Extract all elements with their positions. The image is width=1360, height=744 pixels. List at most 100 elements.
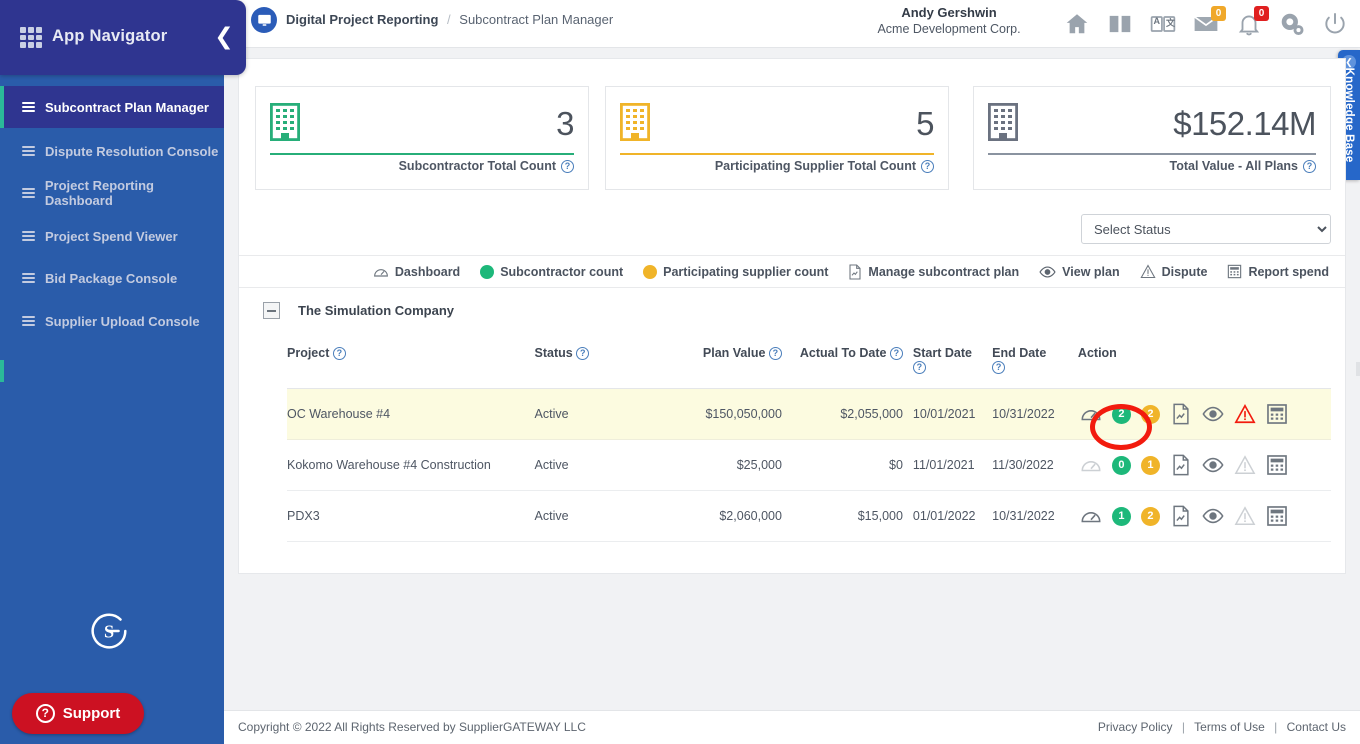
- warning-triangle-icon[interactable]: [1234, 454, 1256, 476]
- footer-separator: |: [1274, 720, 1277, 734]
- book-icon[interactable]: [1107, 11, 1133, 37]
- eye-icon[interactable]: [1202, 403, 1224, 425]
- sidebar-item-project-reporting-dashboard[interactable]: Project Reporting Dashboard: [0, 172, 224, 214]
- stat-card-total-value-all-plans[interactable]: $152.14M Total Value - All Plans ?: [973, 86, 1331, 190]
- document-icon[interactable]: [1170, 403, 1192, 425]
- sidebar-item-dispute-resolution-console[interactable]: Dispute Resolution Console: [0, 130, 224, 172]
- cell-actual-to-date: $0: [792, 440, 913, 491]
- warning-triangle-icon[interactable]: [1234, 403, 1256, 425]
- footer-link-privacy-policy[interactable]: Privacy Policy: [1098, 720, 1173, 734]
- help-icon[interactable]: ?: [913, 361, 926, 374]
- help-icon[interactable]: ?: [890, 347, 903, 360]
- help-icon[interactable]: ?: [921, 160, 934, 173]
- gauge-icon[interactable]: [1080, 505, 1102, 527]
- column-header-start-date[interactable]: Start Date ?: [913, 332, 992, 389]
- legend-item-participating-supplier-count[interactable]: Participating supplier count: [643, 265, 828, 279]
- help-icon[interactable]: ?: [333, 347, 346, 360]
- supplier-count-badge[interactable]: 1: [1141, 456, 1160, 475]
- stat-card-subcontractor-total-count[interactable]: 3 Subcontractor Total Count ?: [255, 86, 589, 190]
- stat-label-wrap: Participating Supplier Total Count ?: [715, 159, 934, 173]
- footer-separator: |: [1182, 720, 1185, 734]
- mail-icon[interactable]: 0: [1193, 11, 1219, 37]
- table-row[interactable]: PDX3 Active $2,060,000 $15,000 01/01/202…: [287, 491, 1331, 542]
- status-select[interactable]: Select Status: [1081, 214, 1331, 244]
- building-icon: [270, 103, 300, 141]
- column-header-plan-value[interactable]: Plan Value ?: [660, 332, 792, 389]
- legend-label: Participating supplier count: [663, 265, 828, 279]
- user-block[interactable]: Andy Gershwin Acme Development Corp.: [834, 0, 1064, 38]
- supplier-count-badge[interactable]: 2: [1141, 507, 1160, 526]
- home-icon[interactable]: [1064, 11, 1090, 37]
- sidebar-item-supplier-upload-console[interactable]: Supplier Upload Console: [0, 300, 224, 342]
- footer-links: Privacy Policy | Terms of Use | Contact …: [1098, 720, 1346, 734]
- sidebar-collapse-icon[interactable]: ❮: [212, 22, 236, 52]
- calculator-icon[interactable]: [1266, 454, 1288, 476]
- cell-actual-to-date: $2,055,000: [792, 389, 913, 440]
- svg-text:S: S: [104, 622, 114, 642]
- legend-item-report-spend[interactable]: Report spend: [1227, 264, 1329, 279]
- calculator-icon[interactable]: [1266, 505, 1288, 527]
- support-button[interactable]: ? Support: [12, 693, 144, 734]
- sidebar-item-bid-package-console[interactable]: Bid Package Console: [0, 257, 224, 299]
- warning-triangle-icon[interactable]: [1234, 505, 1256, 527]
- document-icon[interactable]: [1170, 454, 1192, 476]
- footer-link-terms-of-use[interactable]: Terms of Use: [1194, 720, 1265, 734]
- app-navigator-title: App Navigator: [52, 27, 167, 46]
- supplier-count-badge[interactable]: 2: [1141, 405, 1160, 424]
- collapse-box-icon[interactable]: [263, 302, 280, 319]
- legend-item-dispute[interactable]: Dispute: [1140, 264, 1208, 279]
- table-row[interactable]: OC Warehouse #4 Active $150,050,000 $2,0…: [287, 389, 1331, 440]
- document-icon[interactable]: [1170, 505, 1192, 527]
- cell-project: Kokomo Warehouse #4 Construction: [287, 440, 535, 491]
- cell-end-date: 10/31/2022: [992, 491, 1078, 542]
- green-dot-icon: [480, 265, 494, 279]
- legend-item-manage-subcontract-plan[interactable]: Manage subcontract plan: [848, 264, 1019, 280]
- stat-card-participating-supplier-total-count[interactable]: 5 Participating Supplier Total Count ?: [605, 86, 949, 190]
- gauge-icon[interactable]: [1080, 403, 1102, 425]
- help-icon[interactable]: ?: [769, 347, 782, 360]
- legend-item-dashboard[interactable]: Dashboard: [373, 264, 460, 280]
- power-icon[interactable]: [1322, 11, 1348, 37]
- column-header-status[interactable]: Status ?: [535, 332, 660, 389]
- settings-gears-icon[interactable]: [1279, 11, 1305, 37]
- legend-item-subcontractor-count[interactable]: Subcontractor count: [480, 265, 623, 279]
- breadcrumb-app[interactable]: Digital Project Reporting: [286, 12, 438, 27]
- subcontractor-count-badge[interactable]: 1: [1112, 507, 1131, 526]
- footer-link-contact-us[interactable]: Contact Us: [1287, 720, 1346, 734]
- sidebar-item-subcontract-plan-manager[interactable]: Subcontract Plan Manager: [0, 86, 224, 128]
- sidebar-item-project-spend-viewer[interactable]: Project Spend Viewer: [0, 215, 224, 257]
- sidebar: App Navigator ❮ Subcontract Plan Manager…: [0, 0, 224, 744]
- menu-bars-icon: [22, 102, 35, 112]
- group-row: The Simulation Company: [239, 288, 1345, 332]
- translate-icon[interactable]: A 文: [1150, 11, 1176, 37]
- calculator-icon[interactable]: [1266, 403, 1288, 425]
- table-row[interactable]: Kokomo Warehouse #4 Construction Active …: [287, 440, 1331, 491]
- cell-end-date: 11/30/2022: [992, 440, 1078, 491]
- help-icon[interactable]: ?: [561, 160, 574, 173]
- legend-item-view-plan[interactable]: View plan: [1039, 265, 1119, 279]
- cell-plan-value: $2,060,000: [660, 491, 792, 542]
- bell-icon[interactable]: 0: [1236, 11, 1262, 37]
- cell-start-date: 01/01/2022: [913, 491, 992, 542]
- cell-actions: 0 1: [1078, 440, 1331, 491]
- column-header-end-date[interactable]: End Date ?: [992, 332, 1078, 389]
- eye-icon[interactable]: [1202, 505, 1224, 527]
- filter-bar: Select Status: [239, 204, 1345, 256]
- scrollbar-marker[interactable]: [1356, 362, 1360, 376]
- column-label: End Date: [992, 346, 1046, 360]
- user-name: Andy Gershwin: [834, 4, 1064, 21]
- subcontractor-count-badge[interactable]: 0: [1112, 456, 1131, 475]
- help-icon[interactable]: ?: [992, 361, 1005, 374]
- gauge-icon[interactable]: [1080, 454, 1102, 476]
- column-header-actual-to-date[interactable]: Actual To Date ?: [792, 332, 913, 389]
- subcontractor-count-badge[interactable]: 2: [1112, 405, 1131, 424]
- cell-plan-value: $25,000: [660, 440, 792, 491]
- help-icon[interactable]: ?: [576, 347, 589, 360]
- cell-status: Active: [535, 491, 660, 542]
- building-icon: [620, 103, 650, 141]
- copyright-text: Copyright © 2022 All Rights Reserved by …: [238, 720, 586, 734]
- cell-actions: 2 2: [1078, 389, 1331, 440]
- help-icon[interactable]: ?: [1303, 160, 1316, 173]
- eye-icon[interactable]: [1202, 454, 1224, 476]
- column-header-project[interactable]: Project ?: [287, 332, 535, 389]
